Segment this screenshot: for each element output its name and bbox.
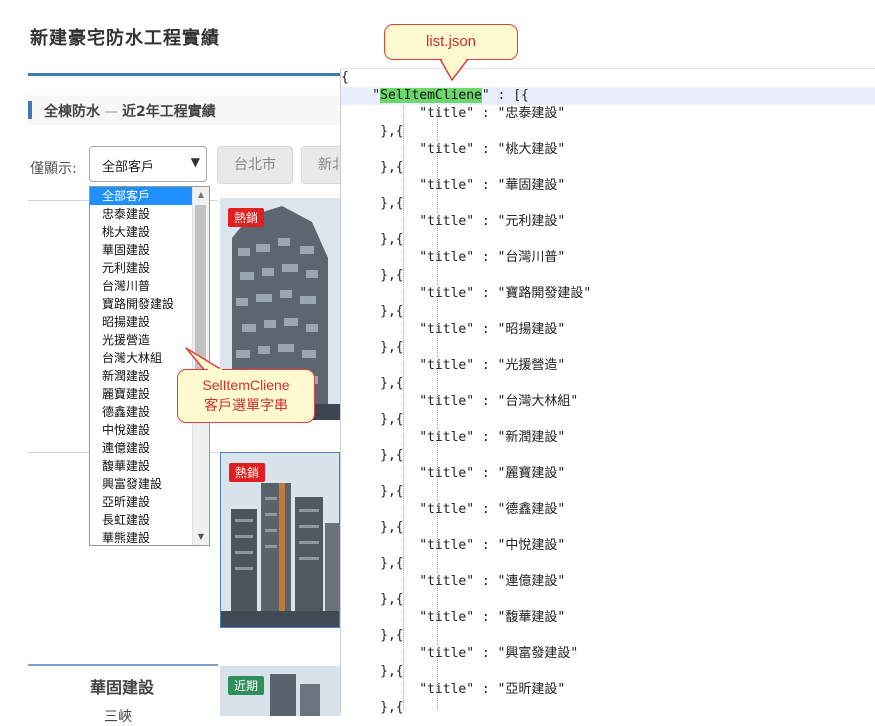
callout-pointer-covers: [208, 58, 466, 371]
